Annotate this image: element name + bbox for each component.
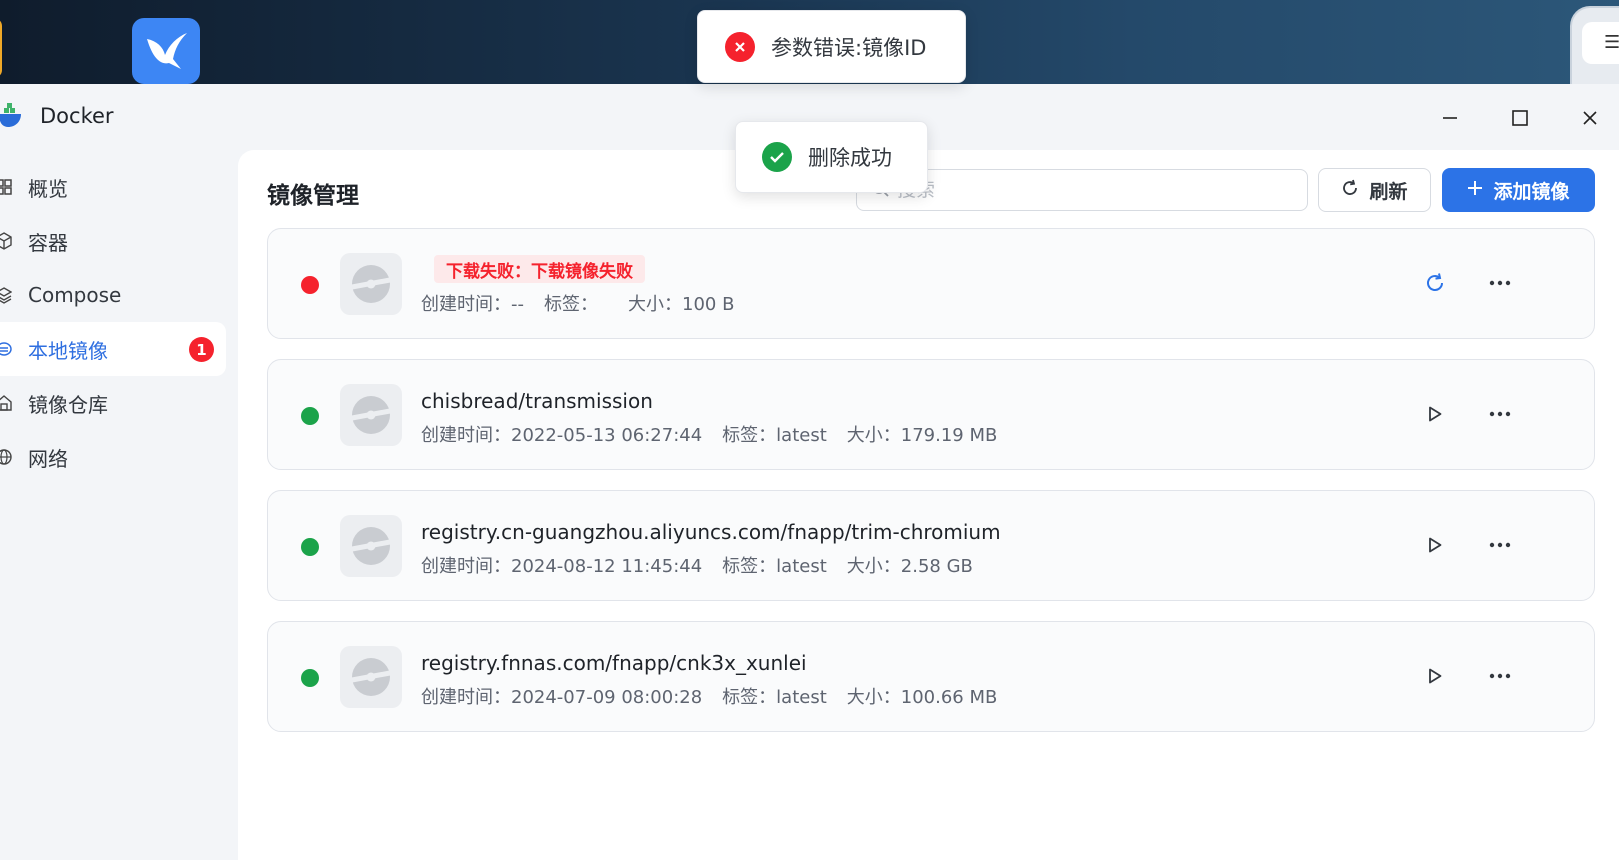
success-toast: 删除成功 xyxy=(735,121,928,193)
sidebar-item-containers[interactable]: 容器 xyxy=(0,214,226,268)
sidebar-item-label: 网络 xyxy=(28,446,68,471)
grid-icon xyxy=(0,179,22,195)
more-options-icon[interactable] xyxy=(1484,398,1516,430)
image-name: chisbread/transmission xyxy=(421,389,653,413)
more-options-icon[interactable] xyxy=(1484,660,1516,692)
list-icon[interactable]: ☰ xyxy=(1582,22,1619,64)
refresh-button[interactable]: 刷新 xyxy=(1318,168,1431,212)
image-name: registry.fnnas.com/fnapp/cnk3x_xunlei xyxy=(421,651,807,675)
status-dot-ok xyxy=(301,407,319,425)
docker-window: Docker 概览 容器 Compose 本地镜像 1 镜像仓库 网络 镜像管理… xyxy=(0,84,1619,860)
dock-app-icon[interactable] xyxy=(0,18,2,78)
error-icon xyxy=(725,31,755,62)
success-toast-message: 删除成功 xyxy=(808,146,892,170)
created-time: 创建时间：2022-05-13 06:27:44 xyxy=(421,425,703,446)
docker-logo-icon xyxy=(0,102,24,130)
status-dot-ok xyxy=(301,538,319,556)
error-toast: 参数错误:镜像ID xyxy=(697,10,966,83)
add-image-button[interactable]: 添加镜像 xyxy=(1442,168,1595,212)
sidebar-item-label: 容器 xyxy=(28,230,68,255)
warehouse-icon xyxy=(0,395,22,411)
sidebar-item-local-images[interactable]: 本地镜像 1 xyxy=(0,322,226,376)
sidebar-item-label: 镜像仓库 xyxy=(28,392,108,417)
image-name: registry.cn-guangzhou.aliyuncs.com/fnapp… xyxy=(421,520,1001,544)
image-meta: 创建时间：2022-05-13 06:27:44 标签：latest 大小：17… xyxy=(421,421,997,447)
minimize-button[interactable] xyxy=(1432,100,1468,136)
search-input[interactable] xyxy=(897,179,1277,201)
tag-value: 标签：latest xyxy=(722,425,827,446)
status-dot-error xyxy=(301,276,319,294)
error-tag: 下载失败：下载镜像失败 xyxy=(434,255,645,283)
play-icon[interactable] xyxy=(1419,398,1451,430)
layers-icon xyxy=(0,286,22,304)
tag-value: 标签： xyxy=(544,294,598,315)
sidebar: 概览 容器 Compose 本地镜像 1 镜像仓库 网络 xyxy=(0,150,238,860)
size-value: 大小：2.58 GB xyxy=(846,556,973,577)
image-disc-icon xyxy=(340,646,402,708)
check-circle-icon xyxy=(762,142,792,172)
refresh-icon xyxy=(1341,179,1359,202)
image-card[interactable]: registry.cn-guangzhou.aliyuncs.com/fnapp… xyxy=(267,490,1595,601)
status-dot-ok xyxy=(301,669,319,687)
tag-value: 标签：latest xyxy=(722,687,827,708)
image-meta: 创建时间：2024-07-09 08:00:28 标签：latest 大小：10… xyxy=(421,683,997,709)
created-time: 创建时间：2024-07-09 08:00:28 xyxy=(421,687,703,708)
size-value: 大小：100.66 MB xyxy=(846,687,998,708)
close-button[interactable] xyxy=(1572,100,1608,136)
play-icon[interactable] xyxy=(1419,529,1451,561)
tag-value: 标签：latest xyxy=(722,556,827,577)
created-time: 创建时间：2024-08-12 11:45:44 xyxy=(421,556,703,577)
globe-icon xyxy=(0,449,22,465)
sidebar-item-overview[interactable]: 概览 xyxy=(0,160,226,214)
image-meta: 创建时间：-- 标签： 大小：100 B xyxy=(421,290,734,316)
notification-badge: 1 xyxy=(189,337,214,362)
sidebar-item-compose[interactable]: Compose xyxy=(0,268,226,322)
image-disc-icon xyxy=(340,384,402,446)
retry-icon[interactable] xyxy=(1419,267,1451,299)
image-card[interactable]: registry.fnnas.com/fnapp/cnk3x_xunlei 创建… xyxy=(267,621,1595,732)
desktop-widget[interactable]: ☰ xyxy=(1570,6,1619,86)
image-disc-icon xyxy=(340,253,402,315)
sidebar-item-registry[interactable]: 镜像仓库 xyxy=(0,376,226,430)
image-disc-icon xyxy=(340,515,402,577)
main-content: 镜像管理 刷新 添加镜像 下载失败：下载镜像失败 xyxy=(238,150,1619,860)
image-card[interactable]: chisbread/transmission 创建时间：2022-05-13 0… xyxy=(267,359,1595,470)
play-icon[interactable] xyxy=(1419,660,1451,692)
plus-icon xyxy=(1467,179,1483,201)
add-image-label: 添加镜像 xyxy=(1493,180,1570,203)
image-card[interactable]: 下载失败：下载镜像失败 创建时间：-- 标签： 大小：100 B xyxy=(267,228,1595,339)
disc-icon xyxy=(0,341,22,357)
cube-icon xyxy=(0,232,22,250)
sidebar-item-label: 概览 xyxy=(28,176,68,201)
size-value: 大小：179.19 MB xyxy=(846,425,998,446)
sidebar-item-network[interactable]: 网络 xyxy=(0,430,226,484)
more-options-icon[interactable] xyxy=(1484,529,1516,561)
bird-app-icon[interactable] xyxy=(132,18,200,84)
size-value: 大小：100 B xyxy=(628,294,735,315)
maximize-button[interactable] xyxy=(1502,100,1538,136)
app-title: Docker xyxy=(40,104,114,128)
error-toast-message: 参数错误:镜像ID xyxy=(771,35,927,60)
more-options-icon[interactable] xyxy=(1484,267,1516,299)
sidebar-item-label: 本地镜像 xyxy=(28,338,108,363)
created-time: 创建时间：-- xyxy=(421,294,524,315)
image-meta: 创建时间：2024-08-12 11:45:44 标签：latest 大小：2.… xyxy=(421,552,973,578)
refresh-label: 刷新 xyxy=(1369,180,1408,203)
page-title: 镜像管理 xyxy=(267,183,359,209)
sidebar-item-label: Compose xyxy=(28,283,122,307)
